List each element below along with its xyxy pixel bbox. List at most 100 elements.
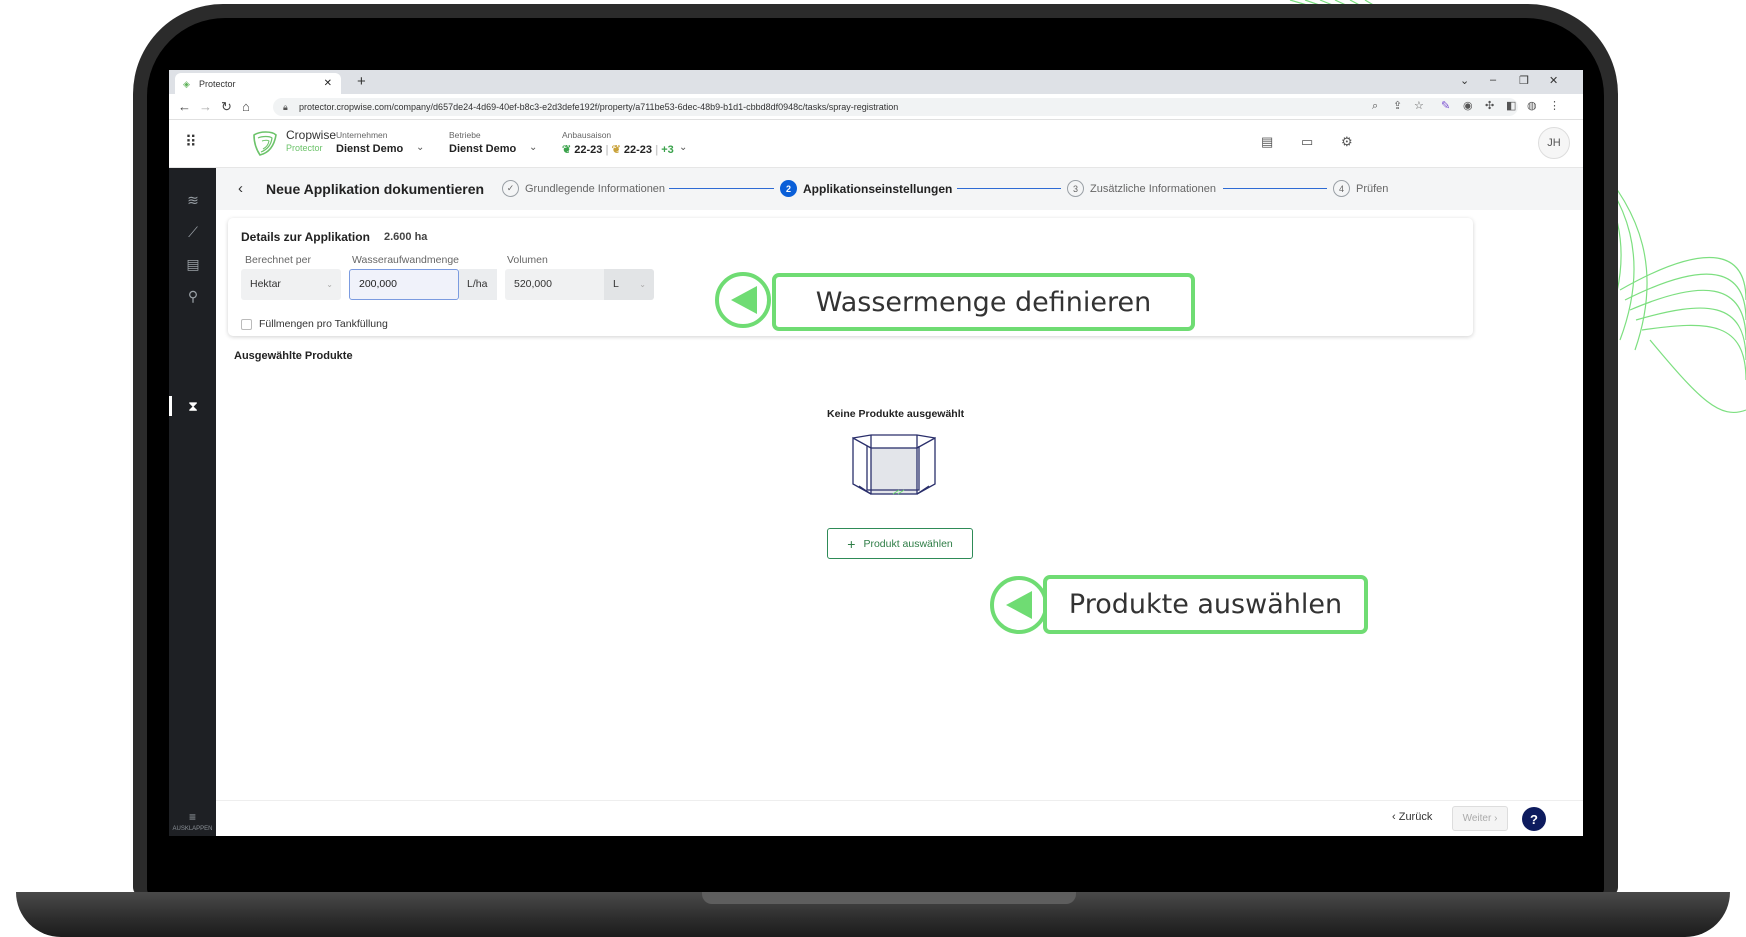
back-arrow-icon[interactable]: ←: [178, 99, 191, 114]
brand-subtitle: Protector: [286, 143, 323, 153]
cropwise-favicon-icon: ◈: [183, 78, 190, 89]
sidebar-collapse-button[interactable]: ≡ AUSKLAPPEN: [169, 810, 216, 832]
lock-icon: 🔒︎: [283, 102, 288, 112]
close-tab-icon[interactable]: ✕: [324, 78, 332, 89]
step-4[interactable]: 4 Prüfen: [1333, 180, 1388, 197]
calc-per-label: Berechnet per: [245, 254, 311, 266]
browser-address-bar: ← → ↻ ⌂ 🔒︎ protector.cropwise.com/compan…: [169, 94, 1583, 120]
browser-tab-bar: ◈ Protector ✕ + ⌄ – ❐ ✕: [169, 70, 1583, 94]
sidebar-weather-icon[interactable]: ≋: [183, 190, 203, 210]
volume-label: Volumen: [507, 254, 548, 266]
products-callout-text: Produkte auswählen: [1068, 589, 1343, 620]
url-field[interactable]: 🔒︎ protector.cropwise.com/company/d657de…: [273, 98, 1518, 116]
tank-fill-checkbox[interactable]: [241, 319, 252, 330]
season-b: 22-23: [623, 144, 653, 156]
app-header: ⠿ Cropwise Protector Unternehmen Dienst …: [169, 120, 1583, 168]
tab-search-chevron-icon[interactable]: ⌄: [1460, 74, 1469, 87]
wizard-stepper: ‹ Neue Applikation dokumentieren ✓ Grund…: [216, 168, 1583, 210]
step-1-check-icon: ✓: [502, 180, 519, 197]
select-product-label: Produkt auswählen: [863, 537, 953, 550]
step-2-label: Applikationseinstellungen: [803, 181, 953, 196]
browser-menu-icon[interactable]: ⋮: [1549, 99, 1560, 112]
company-selector[interactable]: Unternehmen Dienst Demo: [336, 130, 403, 155]
help-button[interactable]: ?: [1522, 807, 1546, 831]
app-grid-icon[interactable]: ⠿: [185, 135, 201, 151]
collapse-label: AUSKLAPPEN: [172, 826, 213, 832]
settings-gear-icon[interactable]: ⚙: [1341, 134, 1353, 150]
share-icon[interactable]: ⇪: [1393, 99, 1402, 112]
new-tab-button[interactable]: +: [357, 73, 366, 90]
user-avatar[interactable]: JH: [1538, 127, 1570, 159]
sidebar: ≋ ⟋ ▤ ⚲ ⧗ ≡ AUSKLAPPEN: [169, 168, 216, 836]
season-chevron-icon[interactable]: ⌄: [679, 142, 687, 153]
details-title: Details zur Applikation: [241, 230, 370, 244]
volume-input[interactable]: 520,000: [505, 269, 604, 300]
farm-selector[interactable]: Betriebe Dienst Demo: [449, 130, 516, 155]
farm-label: Betriebe: [449, 130, 481, 140]
water-callout-arrow-icon: [731, 286, 757, 314]
select-product-button[interactable]: + Produkt auswählen: [827, 528, 973, 559]
step-connector-3: [1223, 188, 1327, 189]
back-button[interactable]: ‹ Zurück: [1392, 811, 1432, 823]
cropwise-logo-icon: [253, 131, 277, 156]
laptop-screen: ◈ Protector ✕ + ⌄ – ❐ ✕ ← → ↻ ⌂ 🔒︎ prote…: [169, 70, 1583, 836]
sidebar-records-icon[interactable]: ▤: [183, 254, 203, 274]
step-1[interactable]: ✓ Grundlegende Informationen: [502, 180, 665, 197]
extension-icon[interactable]: ◉: [1463, 99, 1473, 112]
side-panel-icon[interactable]: ◧: [1506, 99, 1516, 112]
season-selector[interactable]: Anbausaison ❦ 22-23 | ❦ 22-23 | +3: [562, 130, 674, 156]
company-chevron-icon[interactable]: ⌄: [416, 142, 424, 153]
wizard-footer: ‹ Zurück Weiter › ?: [216, 800, 1583, 836]
sidebar-drops-icon[interactable]: ⚲: [183, 286, 203, 306]
puzzle-extensions-icon[interactable]: ✣: [1485, 99, 1494, 112]
season-a: 22-23: [574, 144, 603, 156]
company-value: Dienst Demo: [336, 143, 404, 155]
products-callout: Produkte auswählen: [1043, 575, 1368, 634]
bookmark-star-icon[interactable]: ☆: [1414, 99, 1424, 112]
restore-icon[interactable]: ❐: [1519, 74, 1529, 87]
step-2-number: 2: [780, 180, 797, 197]
pen-extension-icon[interactable]: ✎: [1441, 99, 1450, 112]
forward-arrow-icon[interactable]: →: [199, 99, 212, 114]
volume-value: 520,000: [514, 278, 552, 290]
notes-icon[interactable]: ▤: [1261, 134, 1273, 150]
empty-products-title: Keine Produkte ausgewählt: [827, 408, 965, 420]
promo-stage: ◈ Protector ✕ + ⌄ – ❐ ✕ ← → ↻ ⌂ 🔒︎ prote…: [0, 0, 1746, 937]
plus-icon: +: [847, 535, 856, 552]
home-icon[interactable]: ⌂: [242, 99, 250, 114]
step-connector-1: [669, 188, 774, 189]
next-button[interactable]: Weiter ›: [1452, 806, 1508, 831]
calc-per-chevron-icon: ⌄: [326, 280, 333, 289]
selected-products-title: Ausgewählte Produkte: [234, 350, 353, 362]
minimize-icon[interactable]: –: [1490, 74, 1496, 86]
farm-chevron-icon[interactable]: ⌄: [529, 142, 537, 153]
close-window-icon[interactable]: ✕: [1549, 74, 1558, 87]
step-2[interactable]: 2 Applikationseinstellungen: [780, 180, 952, 197]
tank-fill-label: Füllmengen pro Tankfüllung: [259, 318, 388, 330]
step-4-label: Prüfen: [1356, 182, 1389, 195]
sidebar-spray-icon[interactable]: ⧗: [183, 396, 203, 416]
reload-icon[interactable]: ↻: [221, 99, 232, 115]
profile-icon[interactable]: ◍: [1527, 99, 1537, 112]
calc-per-select[interactable]: Hektar ⌄: [241, 269, 341, 300]
calc-per-value: Hektar: [250, 278, 281, 290]
details-area: 2.600 ha: [384, 231, 428, 243]
browser-tab[interactable]: ◈ Protector ✕: [175, 73, 341, 94]
volume-unit-select[interactable]: L ⌄: [604, 269, 654, 300]
water-callout: Wassermenge definieren: [772, 273, 1195, 331]
zoom-icon[interactable]: ⌕: [1372, 100, 1378, 113]
water-rate-input[interactable]: 200,000: [349, 269, 459, 300]
feedback-icon[interactable]: ▭: [1301, 134, 1313, 150]
season-values: ❦ 22-23 | ❦ 22-23 | +3: [562, 144, 674, 156]
sidebar-trends-icon[interactable]: ⟋: [183, 222, 203, 242]
brand-name: Cropwise Protector: [286, 129, 336, 155]
water-callout-text: Wassermenge definieren: [815, 286, 1152, 318]
products-callout-arrow-icon: [1006, 591, 1032, 619]
step-3[interactable]: 3 Zusätzliche Informationen: [1067, 180, 1216, 197]
season-label: Anbausaison: [562, 130, 612, 140]
collapse-icon: ≡: [188, 810, 196, 824]
step-connector-2: [957, 188, 1061, 189]
brand-title: Cropwise: [286, 128, 337, 142]
sidebar-active-indicator: [169, 396, 172, 416]
wizard-back-chevron-icon[interactable]: ‹: [238, 180, 243, 197]
